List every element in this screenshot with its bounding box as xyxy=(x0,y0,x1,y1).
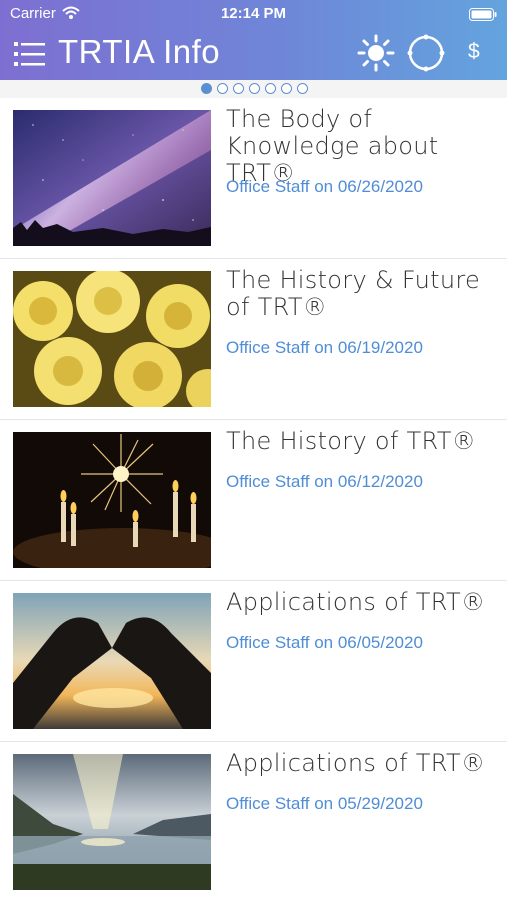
post-item[interactable]: Applications of TRT® Office Staff on 05/… xyxy=(0,742,507,900)
post-title[interactable]: The Body of Knowledge about TRT® xyxy=(226,106,498,187)
post-thumbnail[interactable] xyxy=(13,110,211,246)
status-time: 12:14 PM xyxy=(220,5,287,22)
post-item[interactable]: The History of TRT® Office Staff on 06/1… xyxy=(0,420,507,581)
page-dot[interactable] xyxy=(281,83,292,94)
post-thumbnail[interactable] xyxy=(13,754,211,890)
post-meta: Office Staff on 06/05/2020 xyxy=(226,633,423,652)
donate-button[interactable]: $ xyxy=(468,40,480,64)
post-item[interactable]: Applications of TRT® Office Staff on 06/… xyxy=(0,581,507,742)
post-meta: Office Staff on 06/19/2020 xyxy=(226,338,423,357)
status-bar: Carrier 12:14 PM xyxy=(0,0,507,28)
post-meta: Office Staff on 06/12/2020 xyxy=(226,472,423,491)
list-icon[interactable] xyxy=(14,41,46,71)
post-title[interactable]: The History of TRT® xyxy=(226,428,498,455)
page-dot[interactable] xyxy=(233,83,244,94)
page-dot[interactable] xyxy=(201,83,212,94)
navigation-bar: TRTIA Info $ xyxy=(0,28,507,80)
battery-icon xyxy=(469,7,497,25)
app-header: Carrier 12:14 PM TRTIA Info $ xyxy=(0,0,507,80)
app-title: TRTIA Info xyxy=(58,33,221,70)
post-item[interactable]: The History & Future of TRT® Office Staf… xyxy=(0,259,507,420)
post-meta: Office Staff on 05/29/2020 xyxy=(226,794,423,813)
page-dot[interactable] xyxy=(297,83,308,94)
sun-icon[interactable] xyxy=(357,34,395,76)
post-thumbnail[interactable] xyxy=(13,271,211,407)
page-indicator xyxy=(0,80,507,98)
post-title[interactable]: Applications of TRT® xyxy=(226,750,498,777)
circle-icon[interactable] xyxy=(407,34,445,76)
post-thumbnail[interactable] xyxy=(13,593,211,729)
post-title[interactable]: Applications of TRT® xyxy=(226,589,498,616)
post-item[interactable]: The Body of Knowledge about TRT® Office … xyxy=(0,98,507,259)
page-dot[interactable] xyxy=(249,83,260,94)
page-dot[interactable] xyxy=(265,83,276,94)
post-meta: Office Staff on 06/26/2020 xyxy=(226,177,423,196)
post-title[interactable]: The History & Future of TRT® xyxy=(226,267,498,321)
page-dot[interactable] xyxy=(217,83,228,94)
post-thumbnail[interactable] xyxy=(13,432,211,568)
